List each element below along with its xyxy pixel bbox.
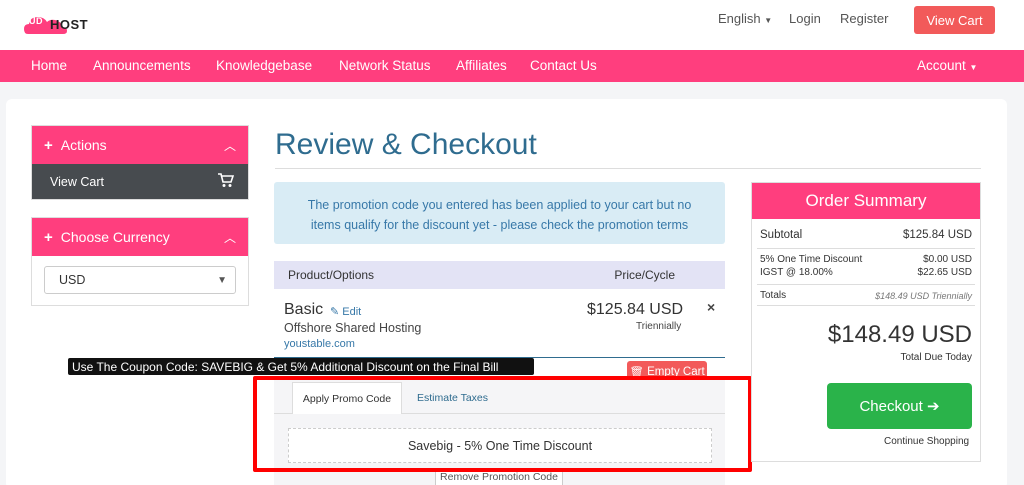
cart-table-header: Product/Options Price/Cycle [274, 261, 725, 289]
subtotal-row: Subtotal $125.84 USD [760, 229, 972, 241]
totals-label: Totals [760, 290, 787, 301]
cart-icon [218, 173, 234, 187]
remove-item-icon[interactable]: × [707, 299, 715, 315]
tax-row: IGST @ 18.00% $22.65 USD [760, 267, 972, 278]
total-due: $148.49 USD [827, 321, 972, 348]
product-name: Basic [284, 301, 324, 318]
plus-icon: + [44, 136, 53, 154]
product-cycle: Triennially [636, 321, 682, 332]
sidebar-currency: + Choose Currency ︿ USD ▼ [31, 217, 249, 306]
sidebar-currency-title: Choose Currency [60, 229, 170, 245]
language-selector[interactable]: English ▼ [718, 11, 772, 26]
nav-contact-us[interactable]: Contact Us [530, 58, 597, 73]
nav-affiliates[interactable]: Affiliates [456, 58, 507, 73]
totals-value: $148.49 USD Triennially [875, 291, 972, 301]
nav-knowledgebase[interactable]: Knowledgebase [216, 58, 312, 73]
caret-down-icon: ▼ [764, 16, 773, 25]
summary-divider [757, 248, 975, 249]
product-domain: youstable.com [284, 338, 355, 350]
edit-link[interactable]: ✎ Edit [330, 305, 361, 318]
sidebar-currency-header[interactable]: + Choose Currency ︿ [32, 218, 248, 256]
register-link[interactable]: Register [840, 11, 888, 26]
discount-value: $0.00 USD [923, 254, 972, 265]
subtotal-label: Subtotal [760, 229, 803, 241]
subtotal-value: $125.84 USD [902, 229, 972, 241]
checkout-button[interactable]: Checkout ➔ [827, 383, 972, 429]
sidebar-item-view-cart[interactable]: View Cart [32, 164, 248, 199]
chevron-up-icon: ︿ [223, 139, 236, 153]
col-price: Price/Cycle [614, 268, 675, 282]
nav-home[interactable]: Home [31, 58, 67, 73]
view-cart-button[interactable]: View Cart [914, 6, 995, 34]
title-divider [275, 168, 981, 169]
highlight-box [253, 376, 752, 472]
caret-down-icon: ▼ [969, 63, 978, 72]
chevron-down-icon: ▼ [217, 275, 227, 286]
tax-label: IGST @ 18.00% [760, 267, 833, 278]
logo-letters: QLOUD [8, 16, 43, 26]
login-link[interactable]: Login [789, 11, 821, 26]
plus-icon: + [44, 228, 53, 246]
nav-network-status[interactable]: Network Status [339, 58, 431, 73]
nav-announcements[interactable]: Announcements [93, 58, 191, 73]
nav-account[interactable]: Account ▼ [917, 58, 977, 73]
summary-divider [757, 305, 975, 306]
continue-shopping-link[interactable]: Continue Shopping [884, 436, 969, 447]
sidebar-actions-title: Actions [60, 137, 107, 153]
sidebar-actions-header[interactable]: + Actions ︿ [32, 126, 248, 164]
discount-row: 5% One Time Discount $0.00 USD [760, 254, 972, 265]
arrow-right-icon: ➔ [926, 398, 940, 415]
sidebar-actions: + Actions ︿ View Cart [31, 125, 249, 200]
chevron-up-icon: ︿ [223, 231, 236, 245]
sidebar-item-label: View Cart [50, 174, 104, 189]
page-title: Review & Checkout [275, 128, 537, 161]
col-product: Product/Options [288, 268, 375, 282]
main-nav: Home Announcements Knowledgebase Network… [0, 50, 1024, 82]
brand-name: HOST [50, 17, 89, 32]
promo-alert: The promotion code you entered has been … [274, 182, 725, 244]
product-description: Offshore Shared Hosting [284, 321, 422, 335]
tax-value: $22.65 USD [917, 267, 972, 278]
summary-divider [757, 284, 975, 285]
order-summary-title: Order Summary [752, 183, 980, 219]
total-due-label: Total Due Today [900, 352, 972, 363]
currency-select-value: USD [59, 273, 86, 287]
discount-label: 5% One Time Discount [760, 254, 863, 265]
top-bar: QLOUD HOST English ▼ Login Register View… [0, 0, 1024, 50]
pencil-icon: ✎ [330, 306, 340, 318]
currency-select[interactable]: USD ▼ [44, 266, 236, 294]
coupon-banner: Use The Coupon Code: SAVEBIG & Get 5% Ad… [68, 358, 534, 375]
product-price: $125.84 USD [587, 301, 684, 318]
